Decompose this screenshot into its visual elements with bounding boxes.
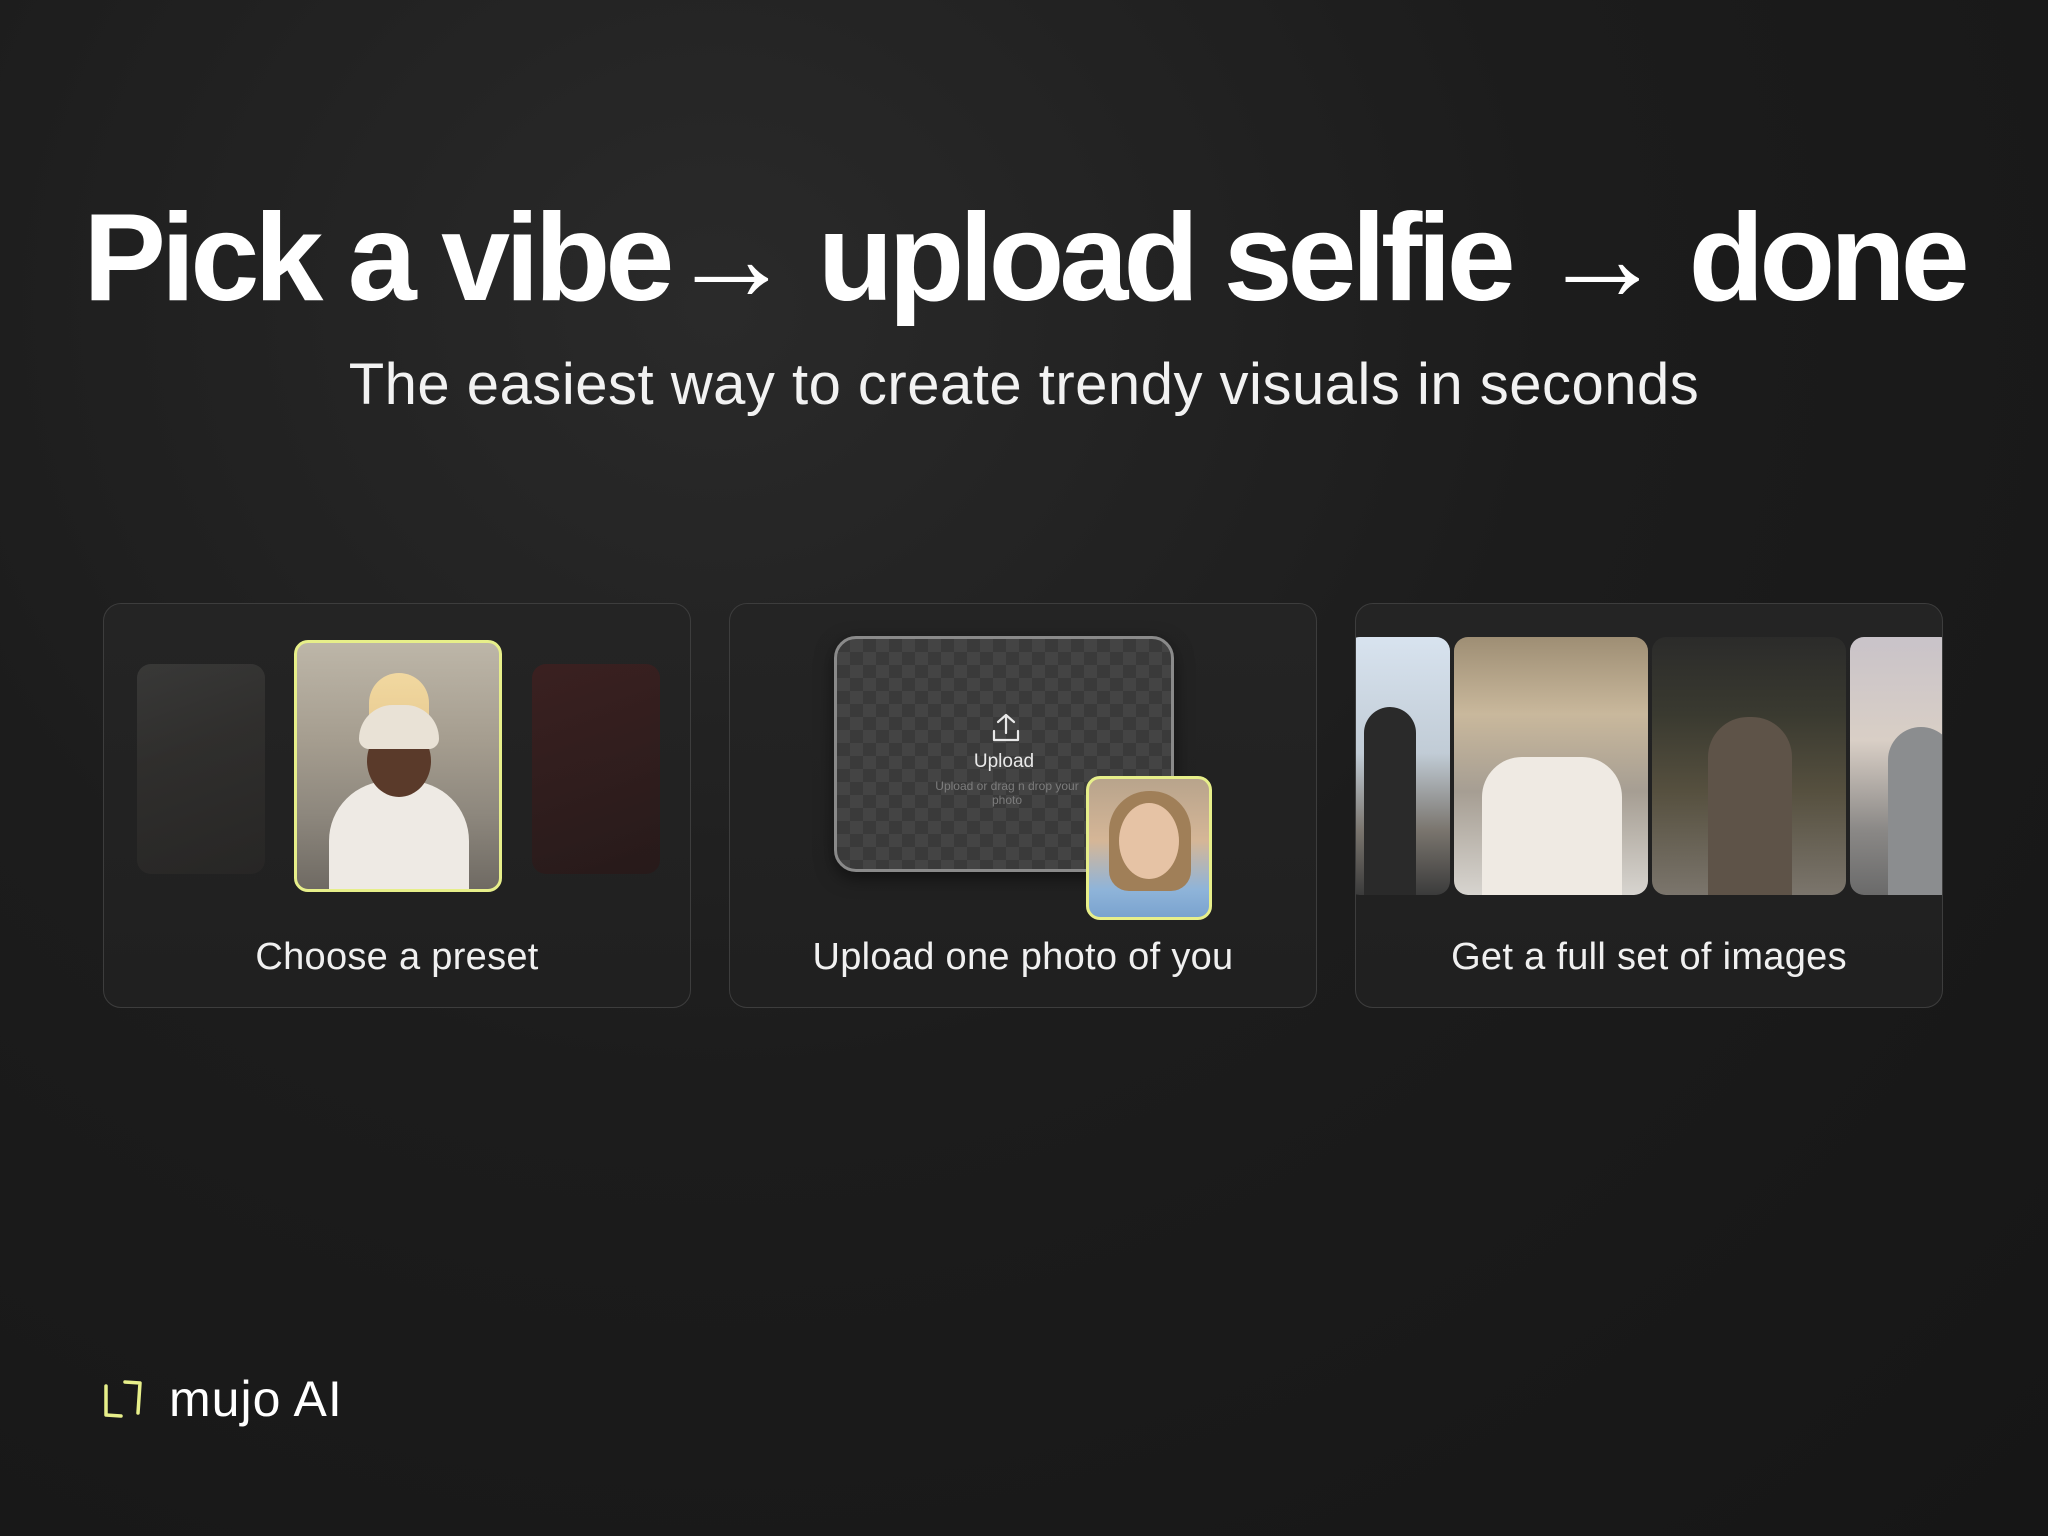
step-card-upload-photo[interactable]: Upload Upload or drag n drop your photo … [729, 603, 1317, 1008]
step-caption: Get a full set of images [1451, 936, 1847, 978]
headline: Pick a vibe→ upload selfie → done [83, 189, 1970, 327]
tilted-square-logo-icon [104, 1380, 142, 1418]
selfie-face [1119, 803, 1179, 879]
selfie-thumbnail [1086, 776, 1212, 920]
preset-thumbnail-left[interactable] [137, 664, 265, 874]
result-image[interactable] [1850, 637, 1942, 895]
person-figure [1708, 717, 1792, 895]
preset-thumbnail-right[interactable] [532, 664, 660, 874]
result-image[interactable] [1652, 637, 1846, 895]
step-card-choose-preset[interactable]: Choose a preset [103, 603, 691, 1008]
step-caption: Choose a preset [255, 936, 539, 978]
person-figure [1482, 757, 1622, 895]
preset-thumbnail-selected[interactable] [294, 640, 502, 892]
result-image[interactable] [1454, 637, 1648, 895]
upload-title: Upload [973, 751, 1035, 772]
step-card-results[interactable]: Get a full set of images [1355, 603, 1943, 1008]
upload-icon [992, 713, 1020, 742]
person-figure [1364, 707, 1416, 895]
person-figure [329, 781, 469, 889]
upload-hint: Upload or drag n drop your photo [935, 779, 1079, 807]
brand-name: mujo AI [169, 1371, 343, 1427]
subheadline: The easiest way to create trendy visuals… [348, 352, 1700, 417]
step-caption: Upload one photo of you [812, 936, 1234, 978]
person-figure [1888, 727, 1942, 895]
result-image[interactable] [1356, 637, 1450, 895]
brand-logo[interactable]: mujo AI [103, 1370, 343, 1428]
